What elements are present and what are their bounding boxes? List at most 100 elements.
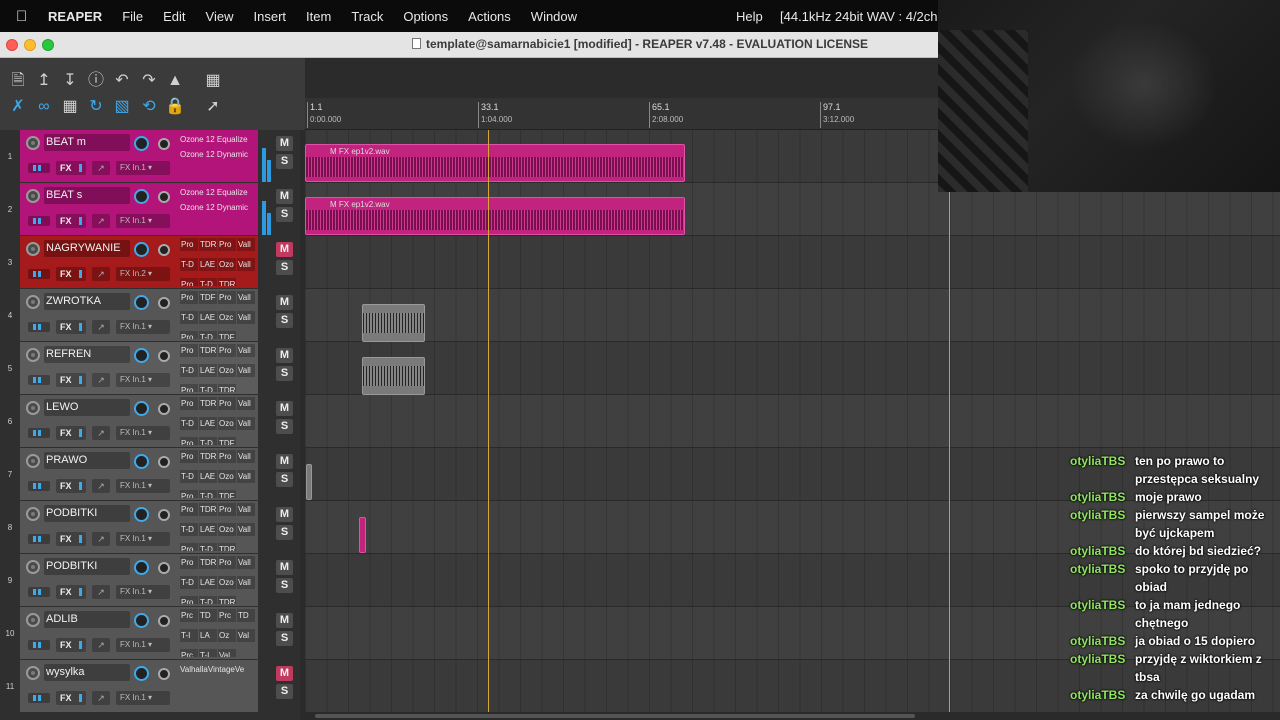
edit-cursor[interactable] (949, 192, 950, 712)
fx-slot[interactable]: Prc (218, 609, 236, 622)
grid-lines-icon[interactable]: ▧ (111, 96, 133, 118)
envelope-icon[interactable]: ↗ (92, 532, 110, 546)
pan-knob[interactable] (158, 297, 170, 309)
fx-slot[interactable]: Vall (237, 238, 255, 251)
pan-knob[interactable] (158, 562, 170, 574)
media-item-beat-s[interactable]: M FX ep1v2.wav (305, 197, 685, 235)
track-name[interactable]: wysylka (44, 664, 130, 681)
fx-slot[interactable]: T-D (199, 331, 217, 339)
fx-slot[interactable]: LAE (199, 364, 217, 377)
fx-slot[interactable]: TDR (199, 556, 217, 569)
fx-slot[interactable]: Pro (180, 238, 198, 251)
fx-slot[interactable]: Ozo (218, 470, 236, 483)
redo-icon[interactable]: ↷ (138, 70, 160, 92)
fx-slot[interactable]: TDF (218, 437, 236, 445)
fx-slot[interactable]: Vall (237, 397, 255, 410)
record-arm-button[interactable] (26, 666, 40, 680)
track-row[interactable]: 4 ZWROTKA FX ↗ FX In.1 ▾ Pro TDF Pro Vall T-… (0, 289, 300, 342)
input-route[interactable]: FX In.1 ▾ (116, 585, 170, 599)
fx-slot[interactable]: LA (199, 629, 217, 642)
track-name[interactable]: ADLIB (44, 611, 130, 628)
menu-item[interactable]: Item (306, 9, 331, 24)
mute-button[interactable]: M (276, 666, 293, 681)
fx-slot[interactable]: Val (218, 649, 236, 657)
track-header[interactable]: PRAWO FX ↗ FX In.1 ▾ Pro TDR Pro Vall T-D LAE… (20, 448, 258, 500)
fx-slot[interactable]: Ozo (218, 523, 236, 536)
track-name[interactable]: NAGRYWANIE (44, 240, 130, 257)
record-arm-button[interactable] (26, 242, 40, 256)
menu-app[interactable]: REAPER (48, 9, 102, 24)
pan-knob[interactable] (158, 456, 170, 468)
track-name[interactable]: PODBITKI (44, 558, 130, 575)
fx-slot[interactable]: Pro (180, 397, 198, 410)
fx-button[interactable]: FX (56, 585, 86, 599)
loop-icon[interactable]: ⟲ (138, 96, 160, 118)
track-name[interactable]: BEAT s (44, 187, 130, 204)
io-button[interactable] (28, 693, 50, 703)
fx-slot[interactable]: Pro (218, 503, 236, 516)
fx-slot[interactable]: Pro (218, 344, 236, 357)
fx-slot[interactable]: Ozone 12 Dynamic (180, 147, 258, 162)
io-button[interactable] (28, 322, 50, 332)
fx-slot[interactable]: Pro (180, 450, 198, 463)
solo-button[interactable]: S (276, 472, 293, 487)
input-route[interactable]: FX In.1 ▾ (116, 214, 170, 228)
volume-knob[interactable] (134, 189, 149, 204)
track-lane[interactable] (305, 289, 1280, 342)
fx-slot[interactable]: Pro (180, 278, 198, 286)
fx-slot[interactable]: LAE (199, 523, 217, 536)
mute-button[interactable]: M (276, 348, 293, 363)
fx-slot[interactable]: Vall (237, 344, 255, 357)
input-route[interactable]: FX In.1 ▾ (116, 373, 170, 387)
fx-slot[interactable]: T-D (199, 384, 217, 392)
track-name[interactable]: PRAWO (44, 452, 130, 469)
media-item-beat-m[interactable]: M FX ep1v2.wav (305, 144, 685, 182)
lock-icon[interactable]: 🔒 (164, 96, 186, 118)
metronome-icon[interactable]: ▲ (164, 70, 186, 92)
fx-slot[interactable]: TDR (199, 450, 217, 463)
io-button[interactable] (28, 640, 50, 650)
fx-slot[interactable]: Ozone 12 Equalize (180, 185, 258, 200)
volume-knob[interactable] (134, 401, 149, 416)
fx-slot[interactable]: Ozone 12 Dynamic (180, 200, 258, 215)
fx-slot[interactable]: Pro (180, 556, 198, 569)
io-button[interactable] (28, 269, 50, 279)
fx-slot[interactable]: TD (237, 609, 255, 622)
envelope-icon[interactable]: ↗ (92, 585, 110, 599)
fx-slot[interactable]: LAE (199, 470, 217, 483)
fx-slot[interactable]: Vall (237, 556, 255, 569)
track-header[interactable]: PODBITKI FX ↗ FX In.1 ▾ Pro TDR Pro Vall T-D… (20, 501, 258, 553)
fx-slot[interactable]: Pro (218, 450, 236, 463)
fx-slot[interactable]: Pro (180, 503, 198, 516)
fx-button[interactable]: FX (56, 320, 86, 334)
fx-slot[interactable]: T-D (180, 417, 198, 430)
fx-slot[interactable]: TDF (218, 490, 236, 498)
track-row[interactable]: 5 REFREN FX ↗ FX In.1 ▾ Pro TDR Pro Vall T-D… (0, 342, 300, 395)
fx-slot[interactable]: Pro (180, 291, 198, 304)
pan-knob[interactable] (158, 509, 170, 521)
mute-button[interactable]: M (276, 189, 293, 204)
envelope-icon[interactable]: ↗ (92, 267, 110, 281)
snap-icon[interactable]: ▦ (59, 96, 81, 118)
new-project-icon[interactable]: 🗎 (7, 70, 29, 92)
input-route[interactable]: FX In.1 ▾ (116, 320, 170, 334)
mute-button[interactable]: M (276, 136, 293, 151)
fx-slot[interactable]: Pro (180, 331, 198, 339)
record-arm-button[interactable] (26, 136, 40, 150)
fx-slot[interactable]: Vall (237, 450, 255, 463)
media-item-refren[interactable] (362, 357, 425, 395)
scrollbar-thumb[interactable] (315, 714, 915, 718)
fx-slot[interactable]: LAE (199, 576, 217, 589)
fx-button[interactable]: FX (56, 638, 86, 652)
fx-slot[interactable]: TDR (218, 278, 236, 286)
solo-button[interactable]: S (276, 631, 293, 646)
io-button[interactable] (28, 534, 50, 544)
pan-knob[interactable] (158, 350, 170, 362)
info-icon[interactable]: ⓘ (85, 70, 107, 92)
menu-track[interactable]: Track (351, 9, 383, 24)
track-row[interactable]: 10 ADLIB FX ↗ FX In.1 ▾ Prc TD Prc TD T-I LA O… (0, 607, 300, 660)
record-arm-button[interactable] (26, 560, 40, 574)
fx-slot[interactable]: Ozo (218, 417, 236, 430)
track-header[interactable]: REFREN FX ↗ FX In.1 ▾ Pro TDR Pro Vall T-D LA… (20, 342, 258, 394)
track-row[interactable]: 9 PODBITKI FX ↗ FX In.1 ▾ Pro TDR Pro Vall T… (0, 554, 300, 607)
